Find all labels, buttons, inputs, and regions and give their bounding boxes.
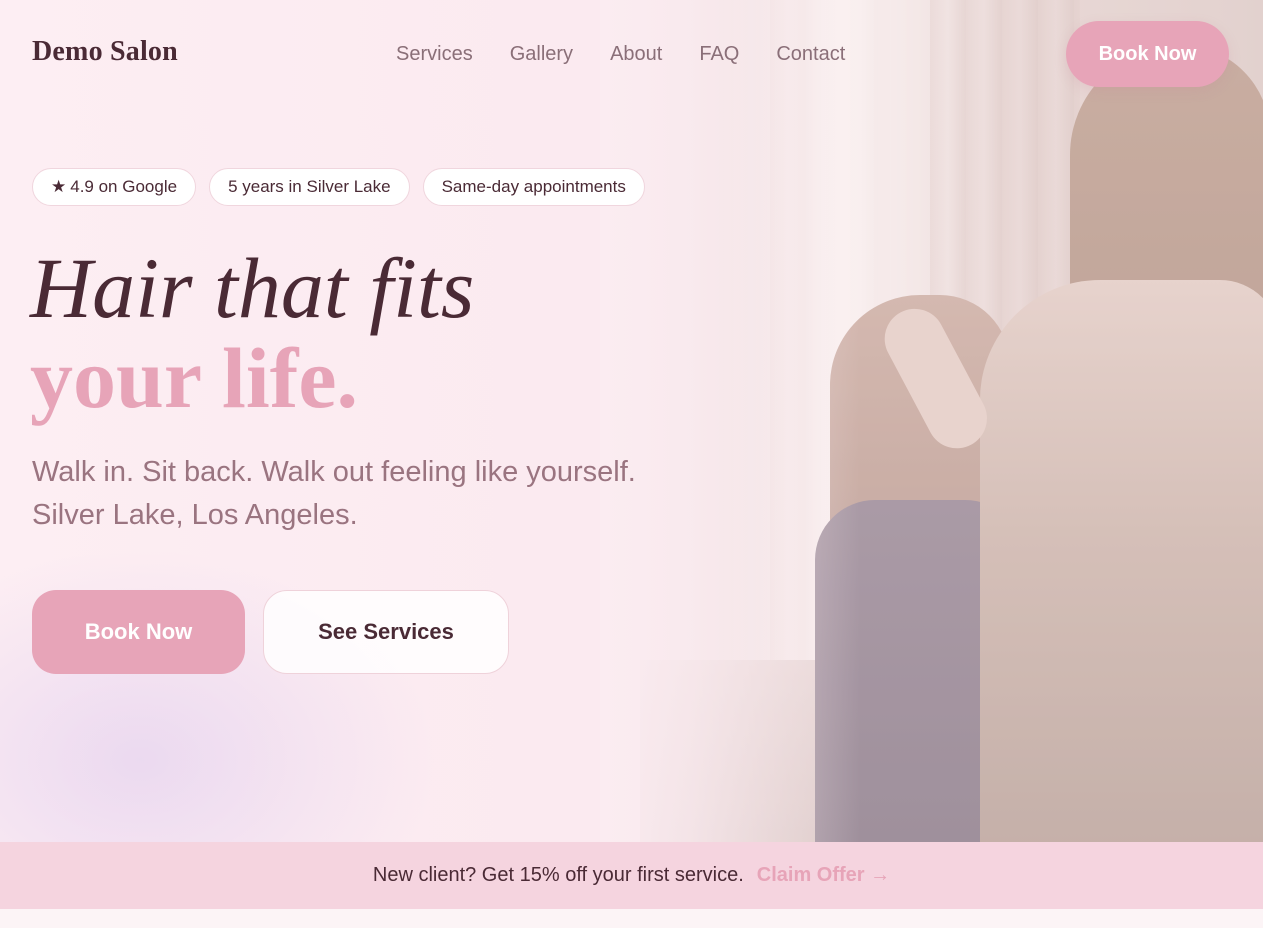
- badge-label: 4.9 on Google: [70, 177, 178, 196]
- hero-subtitle-line1: Walk in. Sit back. Walk out feeling like…: [32, 456, 636, 488]
- badge-label: Same-day appointments: [441, 177, 626, 196]
- nav-item-services[interactable]: Services: [396, 42, 473, 66]
- hero-subtitle: Walk in. Sit back. Walk out feeling like…: [32, 451, 732, 537]
- main-nav: Services Gallery About FAQ Contact: [396, 42, 845, 66]
- badge-google-rating: ★ 4.9 on Google: [32, 168, 197, 206]
- claim-offer-link[interactable]: Claim Offer →: [757, 864, 890, 887]
- brand-logo[interactable]: Demo Salon: [32, 36, 178, 68]
- hero-book-now-button[interactable]: Book Now: [32, 590, 245, 674]
- header-book-now-button[interactable]: Book Now: [1066, 21, 1229, 87]
- nav-item-gallery[interactable]: Gallery: [510, 42, 573, 66]
- hero-headline-line1: Hair that fits: [30, 240, 475, 336]
- star-icon: ★: [51, 177, 67, 196]
- offer-banner: New client? Get 15% off your first servi…: [0, 842, 1263, 909]
- hero-headline-line2: your life.: [30, 330, 359, 426]
- nav-item-faq[interactable]: FAQ: [699, 42, 739, 66]
- next-section-edge: [0, 909, 1263, 928]
- trust-badges: ★ 4.9 on Google 5 years in Silver Lake S…: [32, 168, 645, 206]
- offer-text: New client? Get 15% off your first servi…: [372, 864, 744, 886]
- badge-same-day: Same-day appointments: [422, 168, 645, 206]
- hero-subtitle-line2: Silver Lake, Los Angeles.: [32, 499, 358, 531]
- see-services-button[interactable]: See Services: [263, 590, 509, 674]
- badge-years: 5 years in Silver Lake: [209, 168, 410, 206]
- badge-label: 5 years in Silver Lake: [228, 177, 391, 196]
- nav-item-contact[interactable]: Contact: [776, 42, 845, 66]
- salon-hero-photo: [600, 0, 1263, 842]
- nav-item-about[interactable]: About: [610, 42, 662, 66]
